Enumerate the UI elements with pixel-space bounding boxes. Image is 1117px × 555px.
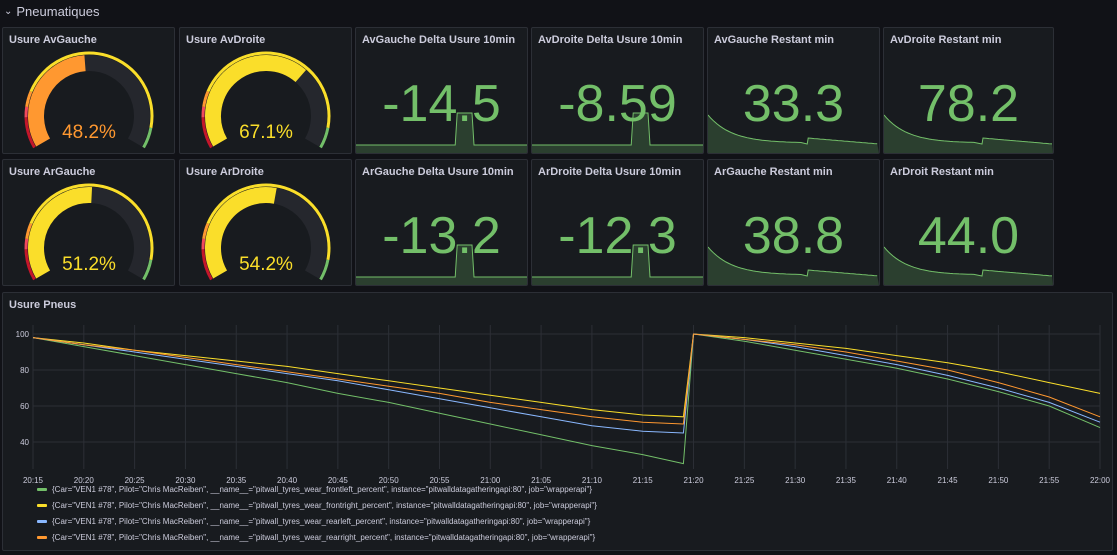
sparkline-line: [356, 244, 527, 278]
legend-item-frontright[interactable]: {Car="VEN1 #78", Pilot="Chris MacReiben"…: [37, 501, 597, 510]
gauge-value-text: 67.1%: [239, 122, 293, 143]
sparkline-area: [532, 113, 703, 153]
gauge-dial: 48.2%: [24, 51, 154, 149]
stat-sparkline: [884, 114, 1053, 153]
panel-title: ArDroit Restant min: [890, 166, 994, 178]
legend-item-rearleft[interactable]: {Car="VEN1 #78", Pilot="Chris MacReiben"…: [37, 517, 590, 526]
panel-title: ArGauche Restant min: [714, 166, 833, 178]
panel-title: ArGauche Delta Usure 10min: [362, 166, 514, 178]
x-tick-label: 21:35: [836, 476, 857, 485]
legend-swatch: [37, 504, 47, 507]
gauge-panel-usure-avgauche[interactable]: Usure AvGauche 48.2%: [2, 27, 175, 154]
x-tick-label: 21:40: [887, 476, 908, 485]
gauge-value-text: 48.2%: [62, 122, 116, 143]
x-tick-label: 22:00: [1090, 476, 1111, 485]
stat-panel-avgauche-delta[interactable]: AvGauche Delta Usure 10min -14.5: [355, 27, 528, 154]
sparkline-line: [532, 112, 703, 146]
x-tick-label: 21:45: [938, 476, 959, 485]
y-tick-label: 60: [20, 402, 29, 411]
gauge-threshold-band: [24, 106, 29, 118]
gauge-threshold-band: [201, 106, 206, 118]
x-tick-label: 20:20: [74, 476, 95, 485]
gauge-threshold-band: [24, 238, 29, 250]
legend-swatch: [37, 488, 47, 491]
legend-swatch: [37, 520, 47, 523]
x-tick-label: 21:10: [582, 476, 603, 485]
x-tick-label: 21:00: [480, 476, 501, 485]
stat-sparkline: [884, 246, 1053, 285]
panel-title: Usure Pneus: [9, 299, 77, 311]
legend-item-frontleft[interactable]: {Car="VEN1 #78", Pilot="Chris MacReiben"…: [37, 485, 592, 494]
gauge-value-text: 51.2%: [62, 254, 116, 275]
row-title: Pneumatiques: [16, 3, 100, 19]
x-tick-label: 21:25: [734, 476, 755, 485]
stat-panel-avdroite-restant[interactable]: AvDroite Restant min 78.2: [883, 27, 1054, 154]
sparkline-line: [532, 244, 703, 278]
x-tick-label: 20:40: [277, 476, 298, 485]
series-line[interactable]: [32, 333, 1101, 425]
x-tick-label: 20:15: [23, 476, 44, 485]
stat-panel-avdroite-delta[interactable]: AvDroite Delta Usure 10min -8.59: [531, 27, 704, 154]
y-tick-label: 100: [16, 330, 30, 339]
legend-item-rearright[interactable]: {Car="VEN1 #78", Pilot="Chris MacReiben"…: [37, 533, 595, 542]
stat-panel-argauche-delta[interactable]: ArGauche Delta Usure 10min -13.2: [355, 159, 528, 286]
stat-sparkline: [708, 246, 879, 285]
row-header-pneumatiques[interactable]: ⌄ Pneumatiques: [4, 2, 100, 20]
stat-panel-avgauche-restant[interactable]: AvGauche Restant min 33.3: [707, 27, 880, 154]
stat-sparkline: [532, 112, 703, 153]
sparkline-area: [532, 245, 703, 285]
x-tick-label: 20:45: [328, 476, 349, 485]
x-tick-label: 21:20: [684, 476, 705, 485]
stat-sparkline: [708, 114, 879, 153]
y-tick-label: 40: [20, 438, 29, 447]
gauge-dial: 54.2%: [201, 183, 331, 281]
x-tick-label: 21:05: [531, 476, 552, 485]
legend-label: {Car="VEN1 #78", Pilot="Chris MacReiben"…: [52, 501, 597, 510]
gauge-panel-usure-ardroite[interactable]: Usure ArDroite 54.2%: [179, 159, 352, 286]
chevron-down-icon: ⌄: [4, 5, 13, 17]
gauge-threshold-band: [201, 238, 206, 250]
gauge-panel-usure-avdroite[interactable]: Usure AvDroite 67.1%: [179, 27, 352, 154]
x-tick-label: 21:30: [785, 476, 806, 485]
x-tick-label: 20:55: [429, 476, 450, 485]
series-line[interactable]: [32, 333, 1101, 418]
gauge-panel-usure-argauche[interactable]: Usure ArGauche 51.2%: [2, 159, 175, 286]
stat-panel-argauche-restant[interactable]: ArGauche Restant min 38.8: [707, 159, 880, 286]
legend-swatch: [37, 536, 47, 539]
stat-panel-ardroite-delta[interactable]: ArDroite Delta Usure 10min -12.3: [531, 159, 704, 286]
gauge-dial: 67.1%: [201, 51, 331, 149]
stat-sparkline: [532, 244, 703, 285]
x-tick-label: 20:50: [379, 476, 400, 485]
timeseries-chart[interactable]: 40 60 80 100 20:15 20:20 20:25 20:30 20:35 20:40 2…: [3, 319, 1112, 499]
panel-title: AvDroite Delta Usure 10min: [538, 34, 683, 46]
x-tick-label: 21:55: [1039, 476, 1060, 485]
timeseries-panel-usure-pneus[interactable]: Usure Pneus 40 60 80 100 20:15 20:20 20:25 20:3…: [2, 292, 1113, 551]
x-tick-label: 20:35: [226, 476, 247, 485]
stat-sparkline: [356, 112, 527, 153]
sparkline-area: [356, 245, 527, 285]
gauge-value-text: 54.2%: [239, 254, 293, 275]
legend-label: {Car="VEN1 #78", Pilot="Chris MacReiben"…: [52, 485, 593, 494]
panel-title: AvDroite Restant min: [890, 34, 1002, 46]
panel-title: ArDroite Delta Usure 10min: [538, 166, 682, 178]
sparkline-area: [356, 113, 527, 153]
gauge-dial: 51.2%: [24, 183, 154, 281]
stat-sparkline: [356, 244, 527, 285]
x-tick-label: 20:25: [125, 476, 146, 485]
stat-panel-ardroit-restant[interactable]: ArDroit Restant min 44.0: [883, 159, 1054, 286]
panel-title: AvGauche Restant min: [714, 34, 835, 46]
panel-title: AvGauche Delta Usure 10min: [362, 34, 516, 46]
y-tick-label: 80: [20, 366, 29, 375]
legend-label: {Car="VEN1 #78", Pilot="Chris MacReiben"…: [52, 517, 591, 526]
x-tick-label: 21:15: [633, 476, 654, 485]
sparkline-line: [356, 112, 527, 146]
x-tick-label: 20:30: [175, 476, 196, 485]
series-line[interactable]: [32, 333, 1101, 465]
series-line[interactable]: [32, 333, 1101, 434]
x-tick-label: 21:50: [988, 476, 1009, 485]
legend-label: {Car="VEN1 #78", Pilot="Chris MacReiben"…: [52, 533, 596, 542]
